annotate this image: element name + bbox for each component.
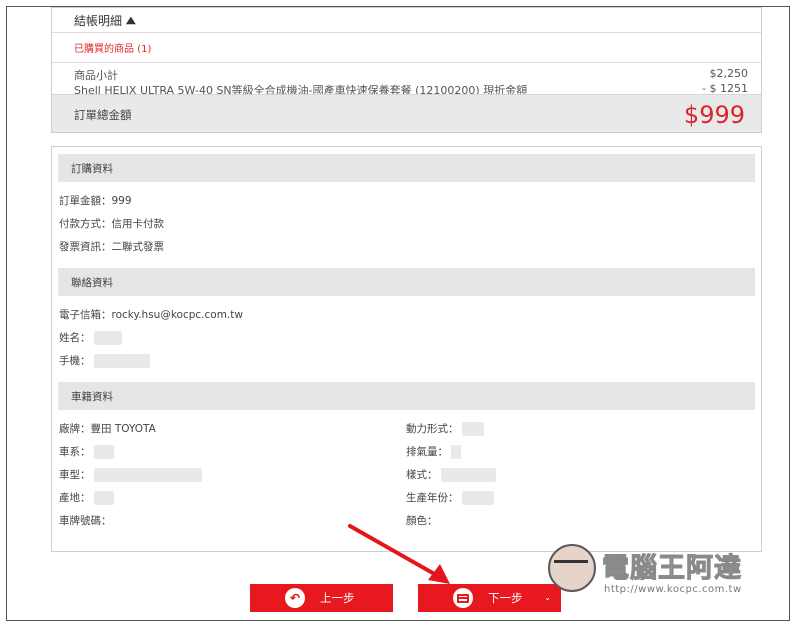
vehicle-heading: 車籍資料: [58, 382, 755, 410]
contact-phone: 手機：: [59, 353, 150, 368]
watermark-logo: 電腦王阿達 http://www.kocpc.com.tw: [548, 540, 768, 602]
next-step-label: 下一步: [488, 593, 523, 605]
vehicle-model: 車型：: [59, 467, 202, 482]
contact-email: 電子信箱：rocky.hsu@kocpc.com.tw: [59, 309, 243, 321]
vehicle-style: 樣式：: [406, 467, 496, 482]
vehicle-plate: 車牌號碼：: [59, 515, 112, 527]
vehicle-power: 動力形式：: [406, 421, 484, 436]
watermark-brand: 電腦王阿達: [602, 553, 742, 585]
order-detail-panel: 訂購資料 訂單金額：999 付款方式：信用卡付款 發票資訊：二聯式發票 聯絡資料…: [51, 146, 762, 552]
contact-heading: 聯絡資料: [58, 268, 755, 296]
contact-name-label: 姓名：: [59, 332, 91, 344]
contact-name: 姓名：: [59, 330, 122, 345]
vehicle-displacement: 排氣量：: [406, 444, 461, 459]
payment-method: 付款方式：信用卡付款: [59, 218, 164, 230]
contact-phone-label: 手機：: [59, 355, 91, 367]
redacted-phone: [93, 353, 150, 368]
redacted-year: [461, 490, 494, 505]
vehicle-origin: 產地：: [59, 490, 114, 505]
vehicle-origin-label: 產地：: [59, 492, 91, 504]
vehicle-year-label: 生產年份：: [406, 492, 459, 504]
vehicle-style-label: 樣式：: [406, 469, 438, 481]
redacted-name: [93, 330, 122, 345]
purchased-items-link[interactable]: 已購買的商品 (1): [52, 32, 761, 62]
previous-step-label: 上一步: [320, 593, 355, 605]
glasses-icon: [554, 560, 588, 570]
watermark-url: http://www.kocpc.com.tw: [604, 584, 742, 595]
summary-title: 結帳明細: [74, 13, 123, 28]
vehicle-power-label: 動力形式：: [406, 423, 459, 435]
redacted-style: [440, 467, 496, 482]
vehicle-brand: 廠牌：豐田 TOYOTA: [59, 423, 156, 435]
summary-header[interactable]: 結帳明細 ▲: [52, 8, 761, 32]
vehicle-series-label: 車系：: [59, 446, 91, 458]
next-step-button[interactable]: 下一步 ⌄: [418, 584, 561, 612]
redacted-origin: [93, 490, 114, 505]
previous-step-button[interactable]: ↶ 上一步: [250, 584, 393, 612]
checkout-summary: 結帳明細 ▲ 已購買的商品 (1) 商品小計 Shell HELIX ULTRA…: [51, 7, 762, 133]
order-total-label: 訂單總金額: [74, 108, 132, 122]
vehicle-displacement-label: 排氣量：: [406, 446, 448, 458]
invoice-info: 發票資訊：二聯式發票: [59, 241, 164, 253]
order-total-value: $999: [683, 101, 745, 129]
vehicle-series: 車系：: [59, 444, 114, 459]
redacted-series: [93, 444, 114, 459]
subtotal-label: 商品小計: [74, 69, 118, 82]
credit-card-icon: [453, 588, 473, 608]
subtotal-value: $2,250: [709, 67, 749, 80]
order-total-bar: 訂單總金額 $999: [52, 94, 761, 132]
undo-arrow-icon: ↶: [285, 588, 305, 608]
order-amount: 訂單金額：999: [59, 195, 132, 207]
redacted-model: [93, 467, 202, 482]
redacted-power: [461, 421, 484, 436]
vehicle-year: 生產年份：: [406, 490, 494, 505]
vehicle-model-label: 車型：: [59, 469, 91, 481]
order-info-heading: 訂購資料: [58, 154, 755, 182]
redacted-displacement: [451, 444, 461, 459]
caret-up-icon[interactable]: ▲: [126, 15, 136, 26]
